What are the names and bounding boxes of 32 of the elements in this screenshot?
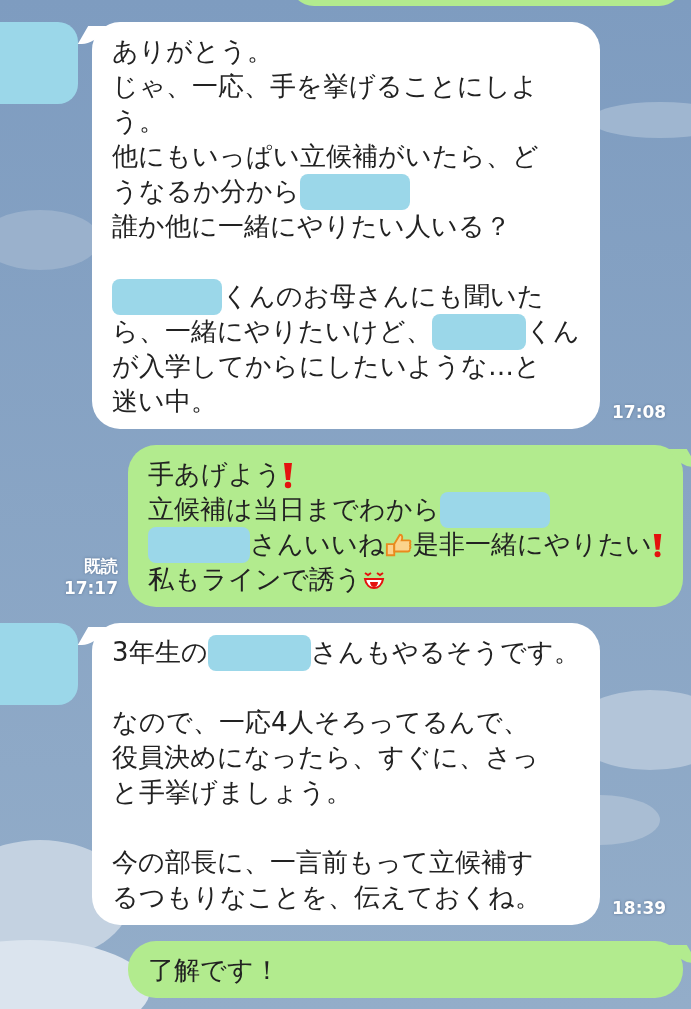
exclamation-icon [282, 460, 294, 489]
message-text: うなるか分から [112, 175, 300, 208]
message-text: ら、一緒にやりたいけど、 [112, 315, 432, 348]
message-text: 手あげよう [148, 458, 282, 491]
message-text: ありがとう。 [112, 35, 273, 68]
message-text: るつもりなことを、伝えておくね。 [112, 881, 541, 914]
message-text: さんもやるそうです。 [311, 636, 580, 669]
message-text: 迷い中。 [112, 385, 217, 418]
message-time: 17:17 [63, 577, 118, 599]
message-text: が入学してからにしたいような…と [112, 350, 541, 383]
message-time: 18:39 [612, 897, 667, 919]
message-time: 17:08 [612, 401, 667, 423]
message-text: さんいいね [250, 528, 386, 561]
message-text: なので、一応4人そろってるんで、 [112, 706, 529, 739]
message-text: 了解です！ [148, 954, 280, 987]
message-text: 私もラインで誘う [148, 563, 362, 596]
message-text: 役員決めになったら、すぐに、さっ [112, 741, 539, 774]
message-text: 他にもいっぱい立候補がいたら、ど [112, 140, 539, 173]
read-receipt: 既読 [84, 555, 118, 577]
message-text: くんのお母さんにも聞いた [222, 280, 544, 313]
avatar[interactable] [0, 623, 78, 705]
message-text: 是非一緒にやりたい [412, 528, 652, 561]
message-text: と手挙げましょう。 [112, 776, 352, 809]
tongue-face-icon [362, 569, 386, 590]
message-text: 3年生の [112, 636, 208, 669]
message-text: 立候補は当日までわから [148, 493, 440, 526]
message-text: じゃ、一応、手を挙げることにしよ [112, 70, 538, 103]
message-text: う。 [112, 105, 165, 138]
message-text: 今の部長に、一言前もって立候補す [112, 846, 534, 879]
message-text: くん [526, 315, 580, 348]
message-text: 誰か他に一緒にやりたい人いる？ [112, 210, 511, 243]
avatar[interactable] [0, 22, 78, 104]
